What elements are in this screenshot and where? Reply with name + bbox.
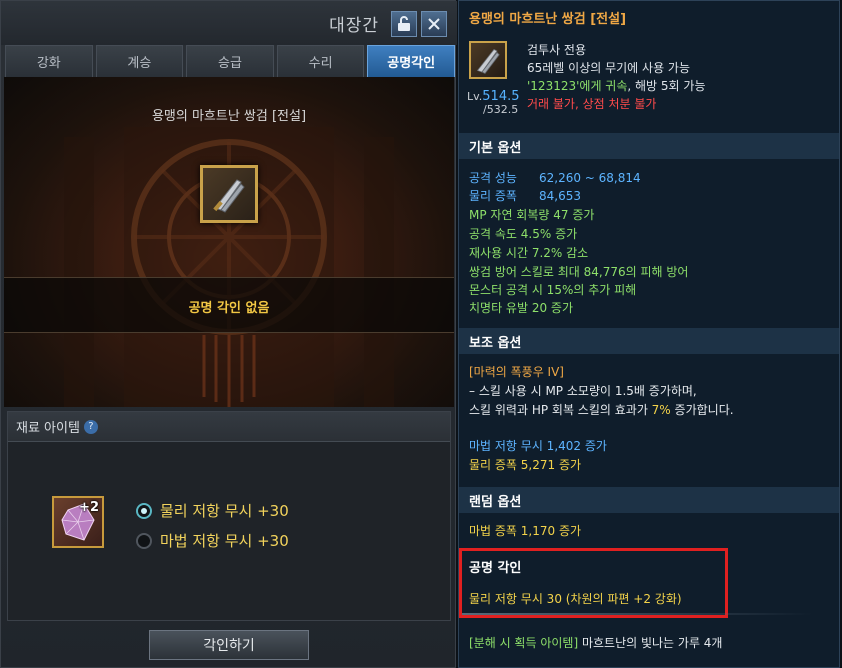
class-restriction: 검투사 전용 [527, 43, 587, 57]
aux-option-line: 물리 증폭 5,271 증가 [469, 458, 582, 472]
help-icon[interactable]: ? [83, 419, 98, 434]
forge-scene: 용맹의 마흐트난 쌍검 [전설] 공명 각인 없음 [4, 77, 454, 407]
weapon-slot[interactable] [200, 165, 258, 223]
amp-label: 물리 증폭 [469, 189, 517, 203]
attack-power: 공격 성능 62,260 ~ 68,814 [469, 169, 641, 186]
aux-skill-name: [마력의 폭풍우 IV] [469, 365, 564, 379]
basic-option-line: 치명타 유발 20 증가 [469, 301, 573, 315]
tab-enhance[interactable]: 강화 [5, 45, 93, 77]
aux-desc-b: 증가합니다. [670, 403, 734, 417]
attack-label: 공격 성능 [469, 171, 517, 185]
tab-upgrade[interactable]: 승급 [186, 45, 274, 77]
option-magic-resist-ignore[interactable]: 마법 저항 무시 +30 [136, 530, 289, 551]
tooltip-item-name: 용맹의 마흐트난 쌍검 [전설] [469, 12, 627, 27]
level-max: /532.5 [483, 103, 519, 116]
lock-open-icon[interactable] [391, 11, 417, 37]
forge-background [64, 127, 394, 407]
binding-info: '123123'에게 귀속, 해방 5회 가능 [527, 77, 705, 94]
bound-suffix: 에게 귀속 [579, 79, 628, 93]
basic-option-line: MP 자연 회복량 47 증가 [469, 208, 595, 222]
engrave-button[interactable]: 각인하기 [149, 630, 309, 660]
disassemble-info: [분해 시 획득 아이템] 마흐트난의 빛나는 가루 4개 [469, 634, 722, 651]
level-prefix: Lv. [467, 90, 483, 103]
basic-option-line: 재사용 시간 7.2% 감소 [469, 246, 589, 260]
radio-unselected[interactable] [136, 532, 152, 549]
basic-option-line: 쌍검 방어 스킬로 최대 84,776의 피해 방어 [469, 265, 689, 279]
bound-owner: '123123' [527, 79, 580, 93]
window-titlebar[interactable]: 대장간 [1, 1, 457, 45]
blacksmith-window: 대장간 강화 계승 승급 수리 공명각인 용맹의 마흐트난 쌍검 [전설] 공명… [0, 0, 457, 668]
highlight-box [459, 548, 728, 618]
physical-amp: 물리 증폭 84,653 [469, 187, 581, 204]
aux-skill-desc-1: – 스킬 사용 시 MP 소모량이 1.5배 증가하며, [469, 384, 697, 398]
trade-restriction: 거래 불가, 상점 처분 불가 [527, 97, 657, 111]
material-slot[interactable]: +2 [52, 496, 104, 548]
material-header: 재료 아이템 ? [8, 412, 450, 442]
divider [462, 613, 812, 615]
tab-resonance-engrave[interactable]: 공명각인 [367, 45, 455, 77]
material-panel: 재료 아이템 ? +2 물리 저항 무시 +30 마법 저항 무시 +30 [7, 411, 451, 621]
engrave-status-text: 공명 각인 없음 [188, 301, 270, 316]
item-level: Lv.514.5 [467, 89, 520, 104]
option-physical-resist-ignore[interactable]: 물리 저항 무시 +30 [136, 500, 289, 521]
disassemble-value: 마흐트난의 빛나는 가루 4개 [578, 636, 723, 650]
random-options-header: 랜덤 옵션 [459, 487, 839, 513]
dual-sword-icon [213, 179, 245, 213]
material-header-label: 재료 아이템 [16, 421, 80, 436]
attack-value: 62,260 ~ 68,814 [538, 171, 641, 185]
amp-value: 84,653 [538, 189, 581, 203]
tab-repair[interactable]: 수리 [276, 45, 365, 77]
aux-options-header: 보조 옵션 [459, 328, 839, 354]
tab-bar: 강화 계승 승급 수리 공명각인 [5, 45, 455, 77]
aux-skill-desc-2: 스킬 위력과 HP 회복 스킬의 효과가 7% 증가합니다. [469, 401, 734, 418]
window-title: 대장간 [329, 16, 379, 36]
aux-desc-percent: 7% [651, 403, 671, 417]
basic-option-line: 공격 속도 4.5% 증가 [469, 227, 578, 241]
basic-option-line: 몬스터 공격 시 15%의 추가 피해 [469, 283, 637, 297]
random-option-line: 마법 증폭 1,170 증가 [469, 524, 582, 538]
aux-option-line: 마법 저항 무시 1,402 증가 [469, 439, 607, 453]
option-label: 물리 저항 무시 +30 [160, 502, 289, 520]
radio-selected[interactable] [136, 502, 152, 519]
tab-inherit[interactable]: 계승 [95, 45, 184, 77]
close-icon[interactable] [421, 11, 447, 37]
material-enhance-badge: +2 [79, 500, 99, 515]
level-value: 514.5 [482, 89, 520, 104]
level-requirement: 65레벨 이상의 무기에 사용 가능 [527, 61, 691, 75]
option-label: 마법 저항 무시 +30 [160, 532, 289, 550]
disassemble-label: [분해 시 획득 아이템] [469, 636, 579, 650]
weapon-icon-frame [469, 41, 507, 79]
aux-desc-a: 스킬 위력과 HP 회복 스킬의 효과가 [469, 403, 652, 417]
unseal-info: , 해방 5회 가능 [627, 79, 706, 93]
dual-sword-icon [476, 49, 500, 74]
tooltip-summary: Lv.514.5 /532.5 검투사 전용 65레벨 이상의 무기에 사용 가… [459, 33, 839, 125]
basic-options-header: 기본 옵션 [459, 133, 839, 159]
engrave-item-name: 용맹의 마흐트난 쌍검 [전설] [151, 109, 307, 124]
